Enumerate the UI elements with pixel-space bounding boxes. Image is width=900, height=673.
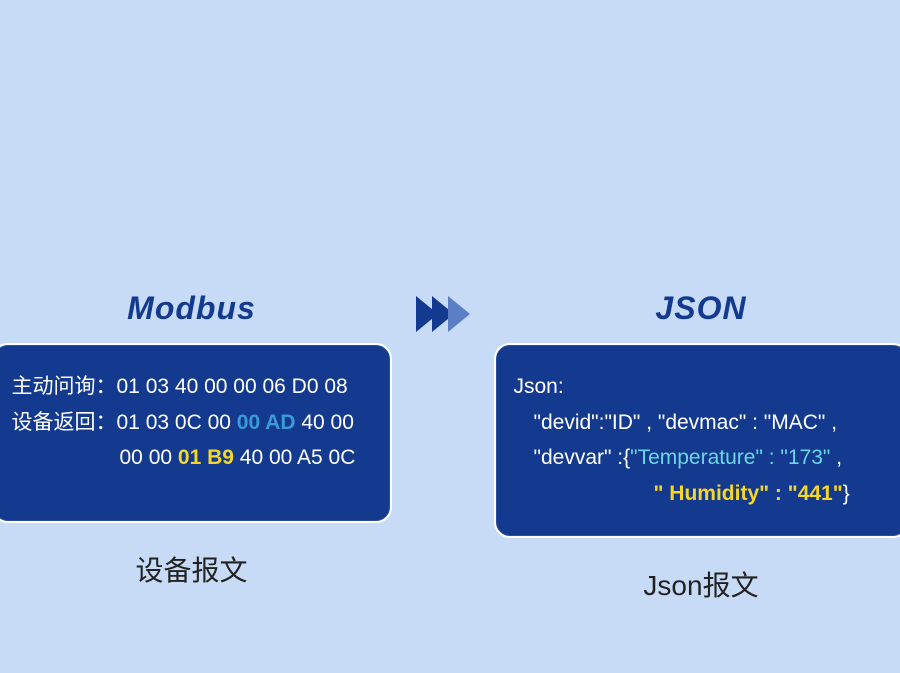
chevron-right-icon (448, 296, 470, 332)
json-header: Json: (514, 369, 889, 405)
query-row: 主动问询： 01 03 40 00 00 06 D0 08 (12, 369, 372, 405)
response-label: 设备返回： (12, 405, 117, 441)
json-humidity: " Humidity" : "441" (654, 482, 843, 505)
response-row-2: 00 00 01 B9 40 00 A5 0C (12, 440, 372, 476)
modbus-heading: Modbus (127, 290, 256, 327)
json-line-1: "devid":"ID" , "devmac" : "MAC" , (514, 405, 889, 441)
json-temperature: "Temperature" : "173" (630, 446, 830, 469)
response-bytes-1: 01 03 0C 00 00 AD 40 00 (117, 405, 372, 441)
json-caption: Json报文 (643, 564, 758, 604)
query-label: 主动问询： (12, 369, 117, 405)
json-devvar-open: "devvar" :{ (534, 446, 631, 469)
json-comma: , (830, 446, 842, 469)
json-panel: Json: "devid":"ID" , "devmac" : "MAC" , … (494, 343, 900, 538)
resp-part1: 01 03 0C 00 (117, 411, 237, 434)
resp2-part1: 00 00 (120, 446, 178, 469)
json-line-2: "devvar" :{"Temperature" : "173" , (514, 440, 889, 476)
resp2-part2: 40 00 A5 0C (234, 446, 355, 469)
json-heading: JSON (655, 290, 746, 327)
diagram-row: Modbus 主动问询： 01 03 40 00 00 06 D0 08 设备返… (0, 290, 900, 604)
query-bytes: 01 03 40 00 00 06 D0 08 (117, 369, 372, 405)
resp-part2: 40 00 (296, 411, 354, 434)
json-column: JSON Json: "devid":"ID" , "devmac" : "MA… (494, 290, 900, 604)
modbus-column: Modbus 主动问询： 01 03 40 00 00 06 D0 08 设备返… (0, 290, 392, 589)
response-row-1: 设备返回： 01 03 0C 00 00 AD 40 00 (12, 405, 372, 441)
json-close: } (843, 482, 850, 505)
resp-highlight-blue: 00 AD (237, 411, 296, 434)
resp-highlight-yellow: 01 B9 (178, 446, 234, 469)
modbus-caption: 设备报文 (135, 549, 247, 589)
modbus-panel: 主动问询： 01 03 40 00 00 06 D0 08 设备返回： 01 0… (0, 343, 392, 523)
json-line-3: " Humidity" : "441"} (514, 476, 889, 512)
arrow-icon (416, 296, 470, 332)
response-bytes-2: 00 00 01 B9 40 00 A5 0C (120, 440, 372, 476)
